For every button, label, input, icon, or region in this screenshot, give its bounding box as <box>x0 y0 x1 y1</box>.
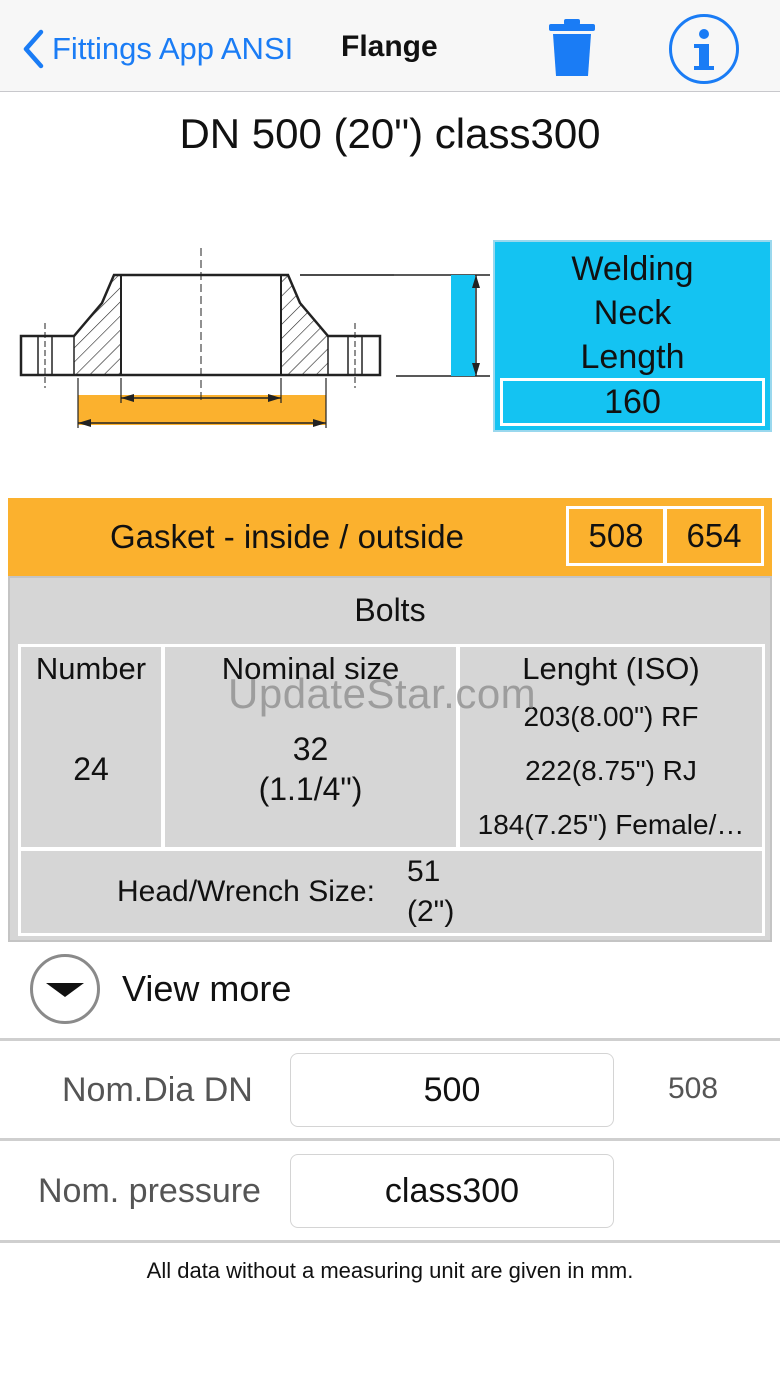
view-more-button[interactable] <box>30 954 100 1024</box>
back-button[interactable]: Fittings App ANSI <box>22 26 293 72</box>
bolts-length-female: 184(7.25") Female/… <box>477 809 745 840</box>
divider <box>0 1138 780 1141</box>
gasket-label: Gasket - inside / outside <box>109 518 464 555</box>
navigation-bar: Fittings App ANSI Flange <box>0 0 780 92</box>
view-more-label[interactable]: View more <box>122 968 291 1010</box>
nom-pressure-field[interactable]: class300 <box>290 1154 614 1228</box>
chevron-left-icon <box>23 29 44 69</box>
info-icon[interactable] <box>669 14 739 84</box>
nom-dia-side-value: 508 <box>668 1072 719 1105</box>
trash-icon[interactable] <box>548 18 596 78</box>
bolts-number-header: Number <box>35 651 147 686</box>
head-wrench-label: Head/Wrench Size: <box>117 875 375 908</box>
page-title: DN 500 (20") class300 <box>179 110 601 157</box>
head-wrench-value: 51 <box>407 855 441 888</box>
bolts-title: Bolts <box>354 592 426 628</box>
bolts-length-rj: 222(8.75") RJ <box>525 755 697 786</box>
bolts-head-cell: Head/Wrench Size: 51 (2") <box>18 848 765 936</box>
nom-dia-label: Nom.Dia DN <box>62 1071 253 1109</box>
bolts-section: Bolts Number 24 Nominal size 32 (1.1/4")… <box>8 576 772 942</box>
divider <box>0 1240 780 1243</box>
head-wrench-inch: (2") <box>407 895 455 928</box>
footer-note: All data without a measuring unit are gi… <box>146 1258 634 1283</box>
bolts-number-value: 24 <box>73 751 109 787</box>
nav-title: Flange <box>341 30 438 63</box>
nom-dia-field[interactable]: 500 <box>290 1053 614 1127</box>
divider <box>0 1038 780 1041</box>
gasket-outside-value: 654 <box>664 506 764 566</box>
welding-neck-label: Welding Neck Length <box>571 250 694 376</box>
bolts-nominal-inch: (1.1/4") <box>258 771 363 807</box>
nom-pressure-label: Nom. pressure <box>38 1172 261 1210</box>
watermark: UpdateStar.com <box>228 670 537 717</box>
length-dimension <box>300 272 490 382</box>
welding-neck-value: 160 <box>500 378 765 426</box>
welding-neck-length-box: Welding Neck Length 160 <box>493 240 772 432</box>
bolts-number-cell: Number 24 <box>18 644 164 850</box>
bolts-nominal-value: 32 <box>292 731 329 767</box>
gasket-row: Gasket - inside / outside 508 654 <box>8 498 772 576</box>
triangle-down-icon <box>46 983 84 997</box>
back-button-label: Fittings App ANSI <box>52 31 294 66</box>
gasket-inside-value: 508 <box>566 506 666 566</box>
